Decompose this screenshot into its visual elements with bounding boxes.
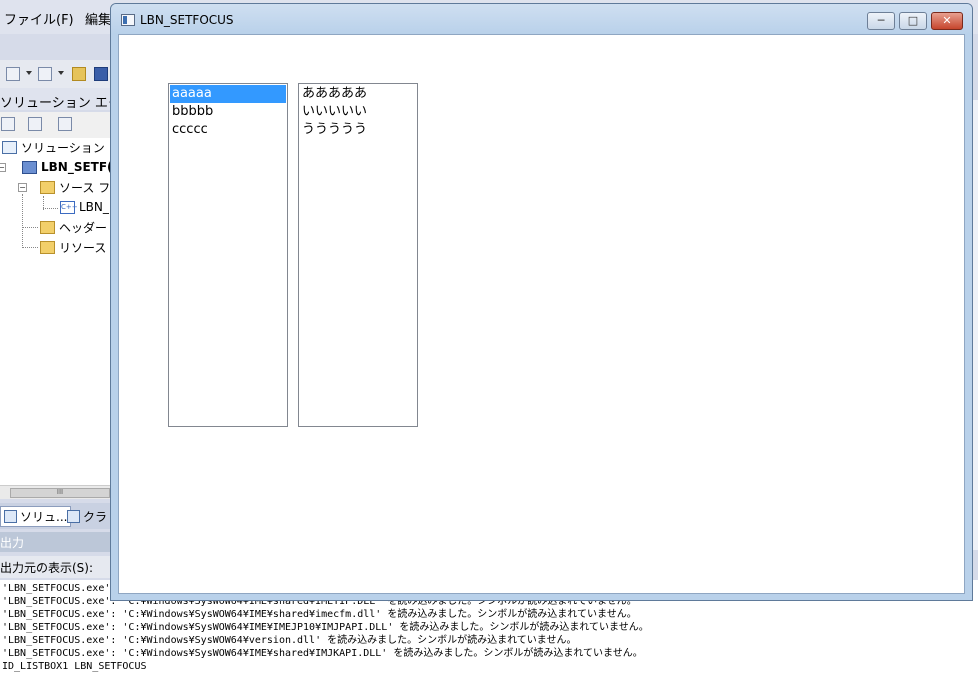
tab-class-view[interactable]: クラ [64, 506, 110, 527]
solution-icon [2, 140, 17, 154]
refresh-icon[interactable] [28, 117, 42, 131]
solution-explorer-title: ソリューション エク [0, 96, 121, 111]
minimize-button[interactable]: ─ [867, 12, 895, 30]
tree-item-label: リソース [59, 240, 107, 255]
tree-item-resource-folder[interactable]: リソース [40, 238, 106, 256]
list-item[interactable]: ccccc [170, 121, 286, 139]
cpp-file-icon: C++ [60, 200, 78, 214]
new-project-icon[interactable] [6, 67, 20, 81]
output-line: 'LBN_SETFOCUS.exe': 'C:¥Windows¥SysWOW64… [2, 622, 649, 633]
tree-item-label: ソリューション [21, 140, 105, 155]
tree-item-source-folder[interactable]: ソース フ [40, 178, 110, 196]
list-item[interactable]: ううううう [300, 121, 416, 139]
output-pane-header: 出力 [0, 532, 110, 552]
listbox-1[interactable]: aaaaa bbbbb ccccc [168, 83, 288, 427]
tab-label: ソリュ... [20, 510, 68, 524]
solution-explorer-icon [4, 510, 17, 523]
window-title: LBN_SETFOCUS [140, 13, 234, 27]
output-source-label: 出力元の表示(S): [0, 561, 94, 575]
chevron-down-icon[interactable] [58, 71, 64, 75]
tree-connector [43, 208, 58, 209]
output-title: 出力 [0, 536, 25, 550]
tree-item-label: ソース フ [59, 180, 111, 195]
tree-connector [22, 227, 38, 228]
add-item-icon[interactable] [38, 67, 52, 81]
folder-icon [40, 220, 55, 234]
solution-explorer-header: ソリューション エク [0, 88, 121, 111]
tab-label: クラ [83, 510, 108, 524]
output-line: 'LBN_SETFOCUS.exe': 'C:¥Windows¥SysWOW64… [2, 648, 643, 659]
output-source-bar: 出力元の表示(S): [0, 556, 110, 578]
standard-toolbar [0, 60, 110, 88]
list-item[interactable]: あああああ [300, 85, 416, 103]
folder-open-icon [40, 180, 55, 194]
solution-tree: ソリューション − LBN_SETF( − ソース フ C++ LBN_ ヘッダ… [0, 138, 113, 485]
list-item[interactable]: いいいいい [300, 103, 416, 121]
app-icon[interactable] [121, 14, 135, 26]
title-bar[interactable]: LBN_SETFOCUS ─ □ ✕ [111, 4, 972, 34]
tree-connector [22, 194, 23, 248]
project-icon [22, 160, 37, 174]
menu-file[interactable]: ファイル(F) [4, 9, 74, 28]
tree-item-header-folder[interactable]: ヘッダー [40, 218, 107, 236]
list-item[interactable]: aaaaa [170, 85, 286, 103]
solution-explorer-toolbar [0, 112, 110, 138]
list-item[interactable]: bbbbb [170, 103, 286, 121]
collapse-icon[interactable]: − [0, 163, 6, 172]
explorer-tab-strip: ソリュ... クラ [0, 503, 110, 529]
menu-edit[interactable]: 編集 [85, 9, 111, 28]
save-icon[interactable] [94, 67, 108, 81]
tree-item-project[interactable]: LBN_SETF( [22, 158, 113, 176]
client-area: aaaaa bbbbb ccccc あああああ いいいいい ううううう [118, 34, 965, 594]
listbox-2[interactable]: あああああ いいいいい ううううう [298, 83, 418, 427]
folder-icon [40, 240, 55, 254]
close-button[interactable]: ✕ [931, 12, 963, 30]
tree-item-source-file[interactable]: C++ LBN_ [60, 198, 109, 216]
chevron-down-icon[interactable] [26, 71, 32, 75]
maximize-button[interactable]: □ [899, 12, 927, 30]
open-folder-icon[interactable] [72, 67, 86, 81]
collapse-icon[interactable]: − [18, 183, 27, 192]
tree-item-label: LBN_ [79, 200, 109, 214]
app-window: LBN_SETFOCUS ─ □ ✕ aaaaa bbbbb ccccc あああ… [110, 3, 973, 601]
tree-item-label: LBN_SETF( [41, 160, 113, 174]
tree-item-solution[interactable]: ソリューション [2, 138, 105, 156]
tree-item-label: ヘッダー [59, 220, 108, 235]
output-line: ID_LISTBOX1 LBN_SETFOCUS [2, 661, 147, 672]
properties-icon[interactable] [58, 117, 72, 131]
class-view-icon [67, 510, 80, 523]
output-line: 'LBN_SETFOCUS.exe': 'C:¥Windows¥SysWOW64… [2, 635, 577, 646]
show-all-files-icon[interactable] [1, 117, 15, 131]
horizontal-scrollbar[interactable]: III [0, 485, 110, 499]
output-line: 'LBN_SETFOCUS.exe': 'C:¥Windows¥SysWOW64… [2, 609, 637, 620]
tree-connector [22, 247, 38, 248]
tab-solution-explorer[interactable]: ソリュ... [0, 506, 72, 527]
scroll-thumb[interactable]: III [10, 488, 110, 498]
